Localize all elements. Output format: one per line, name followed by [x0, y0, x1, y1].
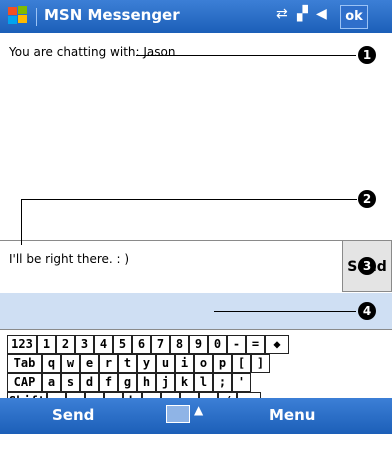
keyboard-key[interactable]: ]: [251, 354, 270, 373]
keyboard-key[interactable]: ;: [213, 373, 232, 392]
keyboard-key[interactable]: 0: [208, 335, 227, 354]
keyboard-key[interactable]: a: [42, 373, 61, 392]
bottom-menu-bar: Send ▲ Menu: [0, 398, 392, 434]
keyboard-icon[interactable]: [166, 405, 190, 423]
keyboard-key[interactable]: i: [175, 354, 194, 373]
chat-history: You are chatting with: Jason: [0, 33, 392, 190]
keyboard-key[interactable]: 8: [170, 335, 189, 354]
connectivity-icon[interactable]: ⇄: [276, 6, 288, 22]
signal-icon[interactable]: ▞: [297, 6, 308, 22]
keyboard-key[interactable]: t: [118, 354, 137, 373]
message-input-text: I'll be right there. : ): [9, 252, 130, 266]
keyboard-key[interactable]: 6: [132, 335, 151, 354]
chat-header: You are chatting with: Jason: [9, 45, 176, 59]
callout-line-2-horizontal: [21, 199, 357, 200]
callout-line-2-vertical: [21, 199, 22, 245]
keyboard-key[interactable]: w: [61, 354, 80, 373]
keyboard-key[interactable]: p: [213, 354, 232, 373]
keyboard-key[interactable]: 3: [75, 335, 94, 354]
keyboard-key[interactable]: Tab: [7, 354, 42, 373]
keyboard-key[interactable]: q: [42, 354, 61, 373]
keyboard-key[interactable]: 1: [37, 335, 56, 354]
title-bar: MSN Messenger ⇄ ▞ ◀ ok: [0, 0, 392, 33]
keyboard-key[interactable]: =: [246, 335, 265, 354]
callout-line-4: [214, 311, 356, 312]
keyboard-key[interactable]: o: [194, 354, 213, 373]
keyboard-key[interactable]: ◆: [265, 335, 289, 354]
keyboard-key[interactable]: k: [175, 373, 194, 392]
keyboard-key[interactable]: f: [99, 373, 118, 392]
keyboard-key[interactable]: r: [99, 354, 118, 373]
keyboard-key[interactable]: 5: [113, 335, 132, 354]
volume-icon[interactable]: ◀: [316, 6, 327, 22]
keyboard-key[interactable]: [: [232, 354, 251, 373]
keyboard-key[interactable]: j: [156, 373, 175, 392]
compose-area: I'll be right there. : ) Send: [0, 240, 392, 341]
callout-line-1: [136, 55, 356, 56]
callout-1: 1: [358, 46, 376, 64]
keyboard-key[interactable]: -: [227, 335, 246, 354]
window-title: MSN Messenger: [44, 6, 180, 24]
message-input[interactable]: I'll be right there. : ): [0, 240, 342, 294]
softkey-send[interactable]: Send: [52, 406, 94, 424]
softkey-menu[interactable]: Menu: [269, 406, 315, 424]
keyboard-key[interactable]: ': [232, 373, 251, 392]
windows-flag-icon[interactable]: [6, 5, 30, 27]
title-separator: [36, 8, 37, 26]
keyboard-key[interactable]: 2: [56, 335, 75, 354]
callout-3: 3: [358, 257, 376, 275]
keyboard-key[interactable]: 123: [7, 335, 37, 354]
keyboard-key[interactable]: 9: [189, 335, 208, 354]
callout-2: 2: [358, 190, 376, 208]
callout-4: 4: [358, 302, 376, 320]
keyboard-key[interactable]: u: [156, 354, 175, 373]
keyboard-key[interactable]: g: [118, 373, 137, 392]
keyboard-key[interactable]: e: [80, 354, 99, 373]
keyboard-key[interactable]: 4: [94, 335, 113, 354]
chevron-up-icon[interactable]: ▲: [194, 403, 203, 417]
keyboard-key[interactable]: CAP: [7, 373, 42, 392]
keyboard-key[interactable]: h: [137, 373, 156, 392]
keyboard-key[interactable]: y: [137, 354, 156, 373]
keyboard-key[interactable]: 7: [151, 335, 170, 354]
keyboard-key[interactable]: s: [61, 373, 80, 392]
keyboard-key[interactable]: d: [80, 373, 99, 392]
keyboard-key[interactable]: l: [194, 373, 213, 392]
ok-button[interactable]: ok: [340, 5, 368, 29]
